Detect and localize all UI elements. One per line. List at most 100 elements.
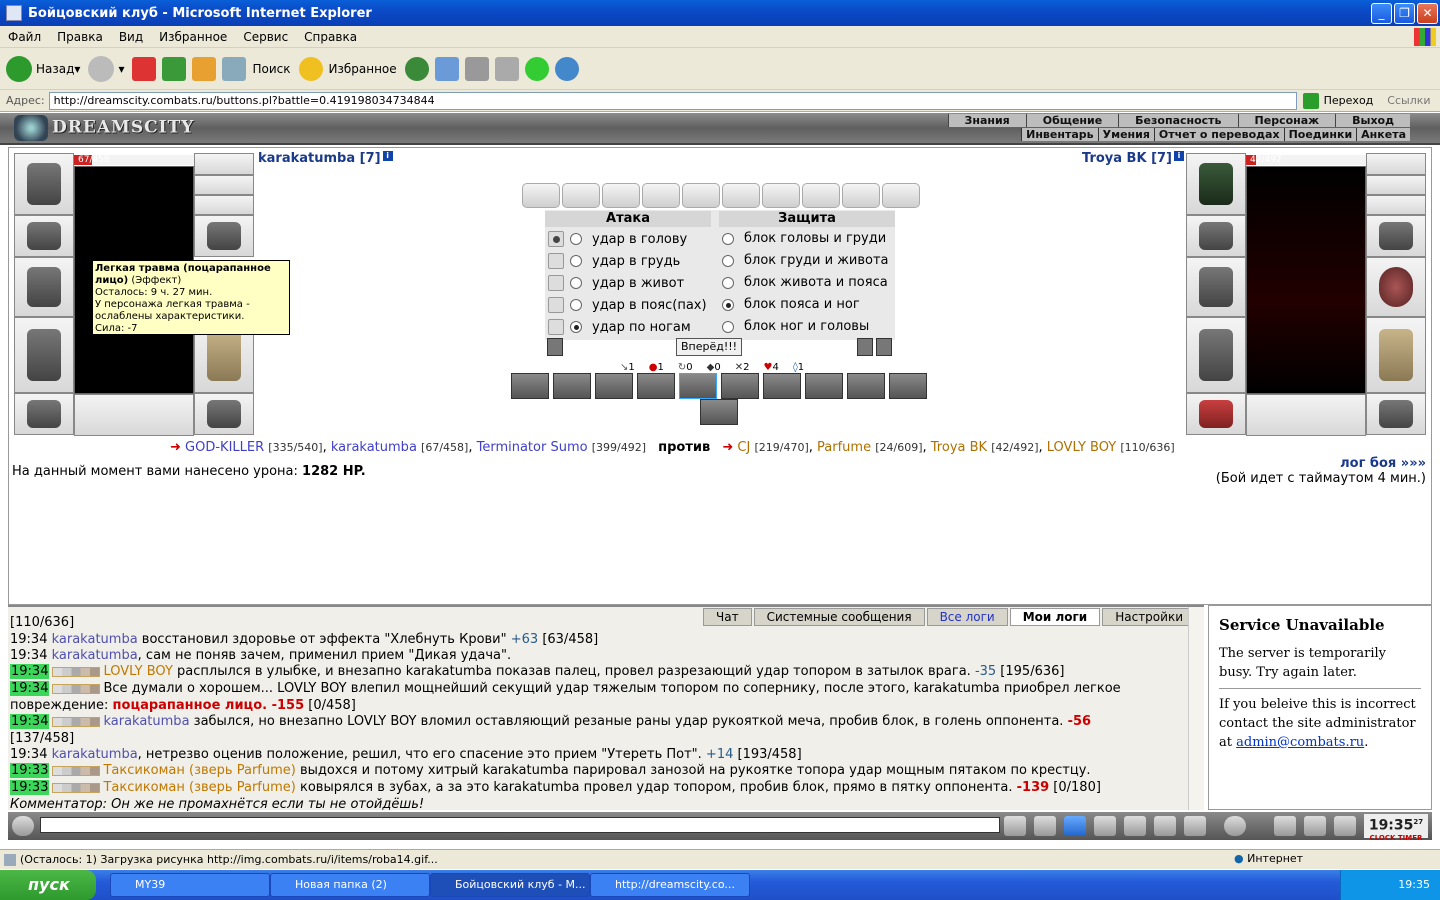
- helmet-slot[interactable]: [14, 153, 74, 215]
- fighter-link[interactable]: LOVLY BOY: [1047, 440, 1116, 455]
- spells-slot[interactable]: [74, 394, 194, 436]
- player-name-left[interactable]: karakatumba [7] i: [258, 151, 393, 166]
- scroll-slot[interactable]: [722, 183, 760, 208]
- trick-icon[interactable]: [511, 373, 549, 399]
- trick-icon[interactable]: [721, 373, 759, 399]
- site-logo[interactable]: DREAMSCITY: [14, 115, 194, 141]
- menu-help[interactable]: Справка: [296, 30, 365, 44]
- defense-option-belt-legs[interactable]: блок пояса и ног: [722, 297, 860, 312]
- belt-slot[interactable]: [14, 393, 74, 435]
- person-icon[interactable]: [1274, 816, 1296, 836]
- scroll-slot[interactable]: [642, 183, 680, 208]
- save-icon[interactable]: [1094, 816, 1116, 836]
- player-avatar-right[interactable]: [1246, 166, 1366, 394]
- start-button[interactable]: пуск: [0, 870, 96, 900]
- weapon-slot[interactable]: [1186, 257, 1246, 317]
- attack-option-chest[interactable]: удар в грудь: [548, 253, 680, 269]
- chat-input[interactable]: [40, 817, 1000, 833]
- info-icon[interactable]: i: [382, 151, 393, 161]
- boots-slot[interactable]: [194, 393, 254, 435]
- bracers-slot[interactable]: [14, 215, 74, 257]
- sound-icon[interactable]: [1184, 816, 1206, 836]
- nav-profile[interactable]: Анкета: [1356, 128, 1410, 141]
- scroll-slot[interactable]: [882, 183, 920, 208]
- go-forward-button[interactable]: Вперёд!!!: [676, 338, 742, 356]
- spells-slot[interactable]: [1246, 394, 1366, 436]
- dance-icon[interactable]: [1124, 816, 1146, 836]
- tray-clock[interactable]: 19:35: [1398, 878, 1430, 891]
- menu-view[interactable]: Вид: [111, 30, 151, 44]
- bracers-slot[interactable]: [1186, 215, 1246, 257]
- messenger-icon[interactable]: [554, 56, 579, 81]
- trick-icon[interactable]: [805, 373, 843, 399]
- fighter-link[interactable]: Terminator Sumo: [477, 440, 588, 455]
- nav-fights[interactable]: Поединки: [1283, 128, 1357, 141]
- menu-file[interactable]: Файл: [0, 30, 49, 44]
- trick-icon[interactable]: [679, 373, 717, 399]
- taskbar-item[interactable]: http://dreamscity.co...: [590, 873, 750, 897]
- home-icon[interactable]: [192, 56, 217, 81]
- trick-icon[interactable]: [595, 373, 633, 399]
- tab-system-messages[interactable]: Системные сообщения: [753, 608, 925, 626]
- trick-icon[interactable]: [889, 373, 927, 399]
- battle-log-link[interactable]: лог боя »»»: [1340, 456, 1426, 471]
- scroll-slot[interactable]: [762, 183, 800, 208]
- tab-all-logs[interactable]: Все логи: [926, 608, 1008, 626]
- go-button[interactable]: Переход: [1302, 92, 1373, 109]
- rings-slot[interactable]: [194, 195, 254, 215]
- cancel-icon[interactable]: [547, 338, 563, 356]
- minimize-button[interactable]: _: [1371, 3, 1392, 24]
- edit-icon[interactable]: [494, 56, 519, 81]
- filter-icon[interactable]: [1064, 816, 1086, 836]
- tab-settings[interactable]: Настройки: [1102, 608, 1196, 626]
- smiley-face-icon[interactable]: [12, 816, 34, 836]
- armor-slot[interactable]: [1186, 317, 1246, 393]
- refresh-battle-icon[interactable]: [857, 338, 873, 356]
- menu-favorites[interactable]: Избранное: [151, 30, 235, 44]
- admin-email-link[interactable]: admin@combats.ru: [1236, 735, 1364, 750]
- chat-scrollbar[interactable]: [1188, 607, 1204, 810]
- taskbar-item[interactable]: Бойцовский клуб - M...: [430, 873, 590, 897]
- tab-my-logs[interactable]: Мои логи: [1009, 608, 1101, 626]
- attack-option-head[interactable]: удар в голову: [548, 231, 687, 247]
- nav-skills[interactable]: Умения: [1097, 128, 1154, 141]
- nav-inventory[interactable]: Инвентарь: [1021, 128, 1098, 141]
- fighter-link[interactable]: karakatumba: [331, 440, 417, 455]
- belt-slot[interactable]: [1186, 393, 1246, 435]
- amulet-slot[interactable]: [194, 175, 254, 195]
- attack-option-groin[interactable]: удар в пояс(пах): [548, 297, 707, 313]
- refresh-icon[interactable]: [162, 56, 187, 81]
- weapon-slot[interactable]: [14, 257, 74, 317]
- player-name-right[interactable]: Troya BK [7] i: [1082, 151, 1184, 166]
- history-icon[interactable]: [404, 56, 429, 81]
- trick-icon[interactable]: [700, 399, 738, 425]
- trick-icon[interactable]: [847, 373, 885, 399]
- print-icon[interactable]: [464, 56, 489, 81]
- defense-option-legs-head[interactable]: блок ног и головы: [722, 319, 869, 334]
- fighter-link[interactable]: GOD-KILLER: [185, 440, 264, 455]
- boots-slot[interactable]: [1366, 393, 1426, 435]
- scroll-slot[interactable]: [802, 183, 840, 208]
- send-icon[interactable]: [1004, 816, 1026, 836]
- nav-knowledge[interactable]: Знания: [947, 114, 1026, 127]
- stop-icon[interactable]: [132, 56, 157, 81]
- attack-option-legs[interactable]: удар по ногам: [548, 319, 691, 335]
- forward-button[interactable]: ▾: [88, 55, 124, 82]
- scroll-slot[interactable]: [562, 183, 600, 208]
- shield-slot[interactable]: [1366, 257, 1426, 317]
- defense-option-head-chest[interactable]: блок головы и груди: [722, 231, 886, 246]
- earrings-slot[interactable]: [194, 153, 254, 175]
- helmet-slot[interactable]: [1186, 153, 1246, 215]
- amulet-slot[interactable]: [1366, 175, 1426, 195]
- fighter-link[interactable]: Troya BK: [931, 440, 987, 455]
- info-icon[interactable]: i: [1174, 151, 1184, 161]
- scroll-slot[interactable]: [602, 183, 640, 208]
- mail-icon[interactable]: [434, 56, 459, 81]
- menu-edit[interactable]: Правка: [49, 30, 111, 44]
- defense-option-belly-belt[interactable]: блок живота и пояса: [722, 275, 888, 290]
- trick-icon[interactable]: [637, 373, 675, 399]
- back-button[interactable]: Назад ▾: [6, 55, 80, 82]
- smiles-icon[interactable]: [1224, 816, 1246, 836]
- nav-transfers[interactable]: Отчет о переводах: [1153, 128, 1284, 141]
- trick-icon[interactable]: [553, 373, 591, 399]
